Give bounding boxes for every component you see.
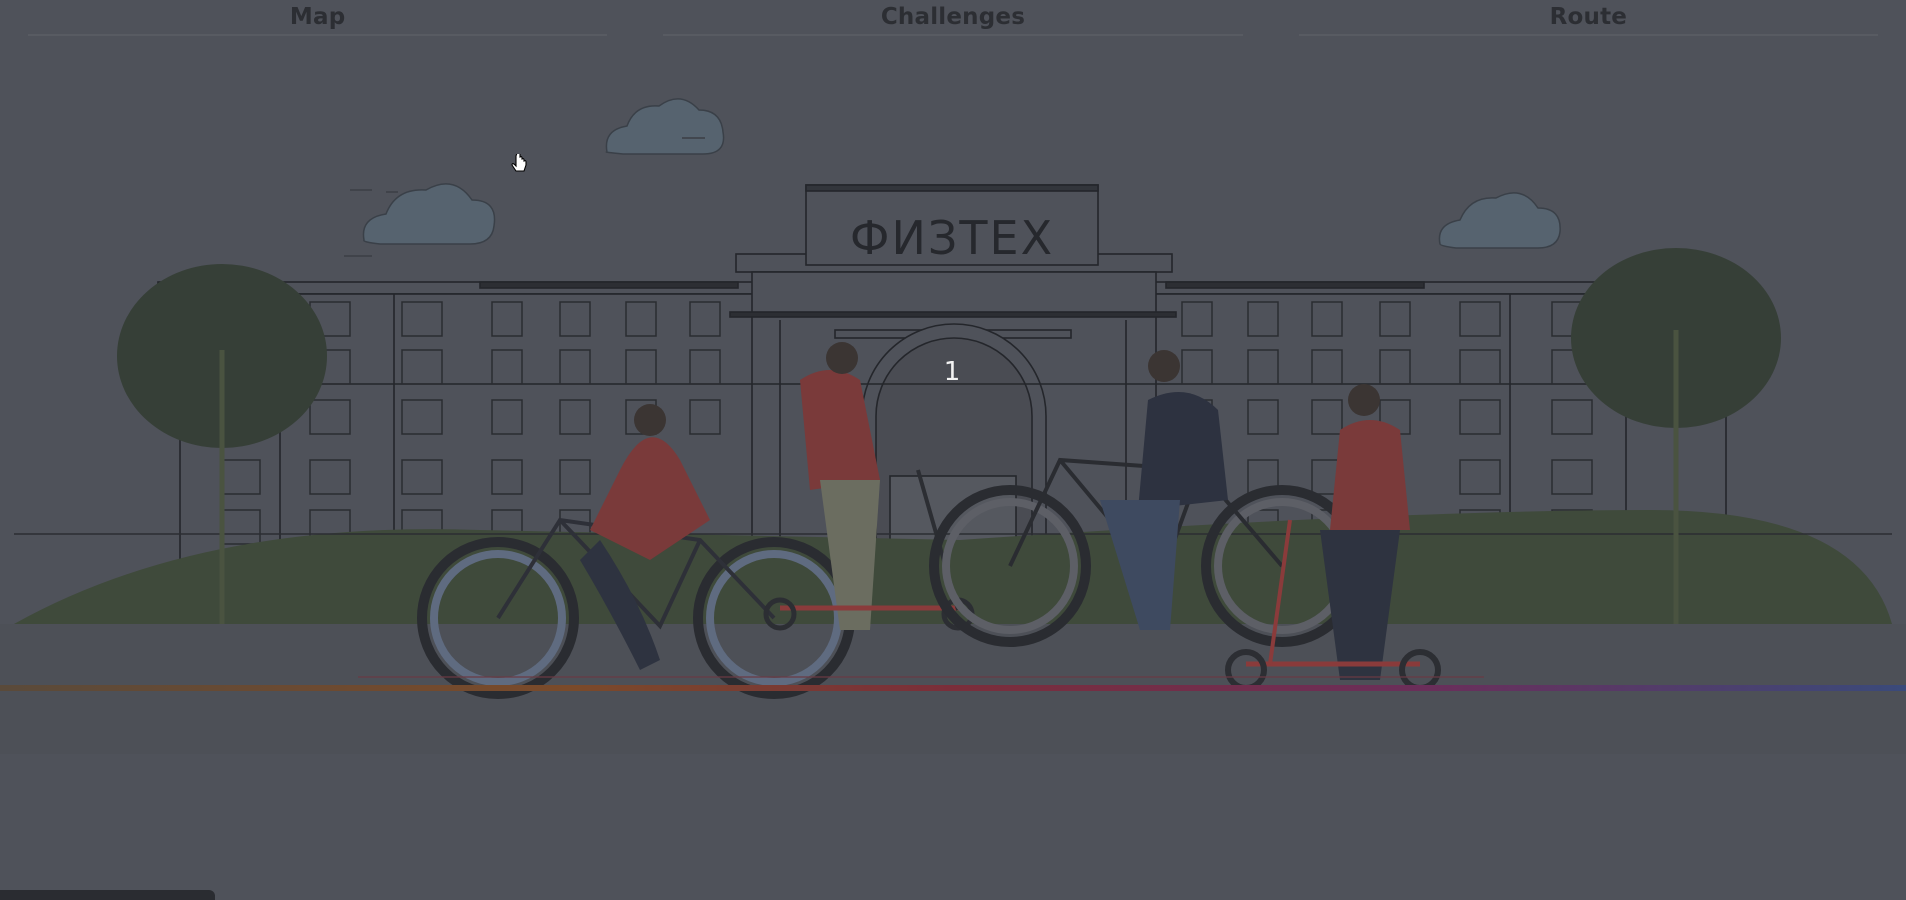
top-tab-bar: Map Challenges Route bbox=[0, 0, 1906, 36]
tab-map-label: Map bbox=[289, 4, 346, 30]
cloud-icon bbox=[362, 183, 496, 245]
building-sign: ФИЗТЕХ bbox=[850, 211, 1054, 265]
campus-cycling-illustration: ФИЗТЕХ 1 bbox=[0, 98, 1906, 754]
status-bar bbox=[0, 890, 215, 900]
cloud-icon bbox=[605, 98, 725, 155]
tab-route-label: Route bbox=[1549, 4, 1628, 30]
cloud-icon bbox=[1438, 192, 1561, 249]
progress-stripe bbox=[0, 685, 1906, 691]
tab-map[interactable]: Map bbox=[0, 0, 635, 36]
step-number: 1 bbox=[944, 357, 961, 387]
tab-challenges-label: Challenges bbox=[880, 4, 1026, 30]
tab-route[interactable]: Route bbox=[1271, 0, 1906, 36]
tab-challenges[interactable]: Challenges bbox=[635, 0, 1270, 36]
hand-cursor-icon bbox=[511, 154, 527, 172]
